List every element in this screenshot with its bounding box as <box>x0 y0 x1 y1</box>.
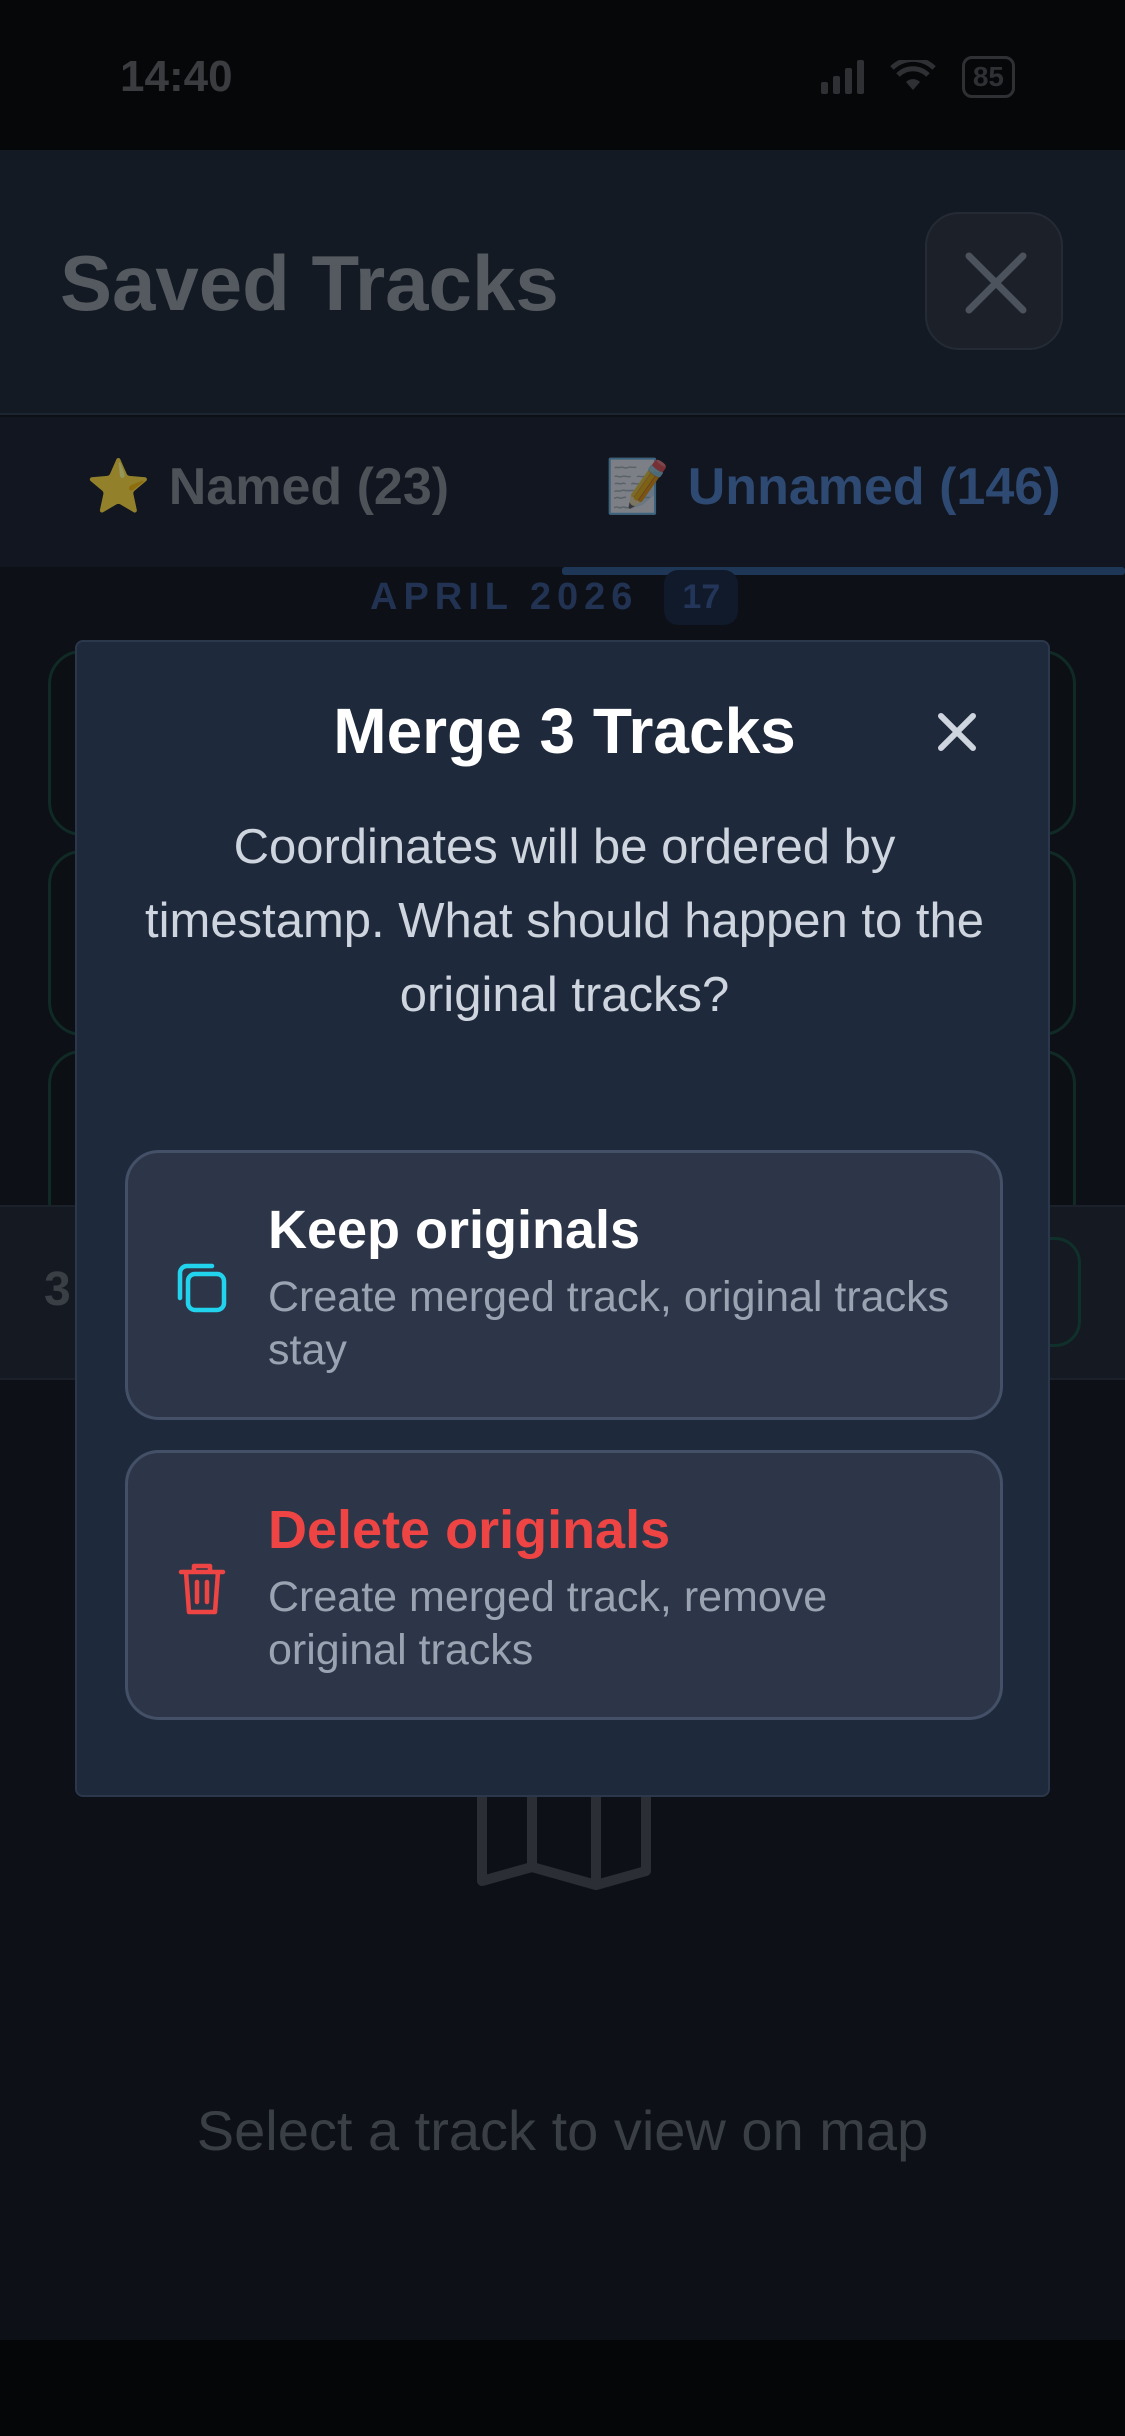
sheet-header: Saved Tracks <box>0 150 1125 415</box>
dialog-description: Coordinates will be ordered by timestamp… <box>145 820 984 1022</box>
close-icon[interactable] <box>927 702 987 762</box>
memo-icon: 📝 <box>605 458 670 516</box>
month-label: APRIL 2026 <box>370 576 639 618</box>
keep-originals-button[interactable]: Keep originals Create merged track, orig… <box>125 1150 1003 1420</box>
star-icon: ⭐ <box>86 458 151 516</box>
battery-indicator: 85 <box>961 56 1015 98</box>
home-indicator-area <box>0 2340 1125 2436</box>
map-placeholder-text: Select a track to view on map <box>196 2099 929 2162</box>
keep-originals-description: Create merged track, original tracks sta… <box>268 1273 950 1374</box>
status-icons: 85 <box>820 56 1015 98</box>
status-time: 14:40 <box>120 52 233 101</box>
tab-named-label: Named (23) <box>168 458 450 516</box>
sheet-title: Saved Tracks <box>60 239 559 327</box>
delete-originals-button[interactable]: Delete originals Create merged track, re… <box>125 1450 1003 1720</box>
close-icon <box>965 252 1027 314</box>
copy-icon <box>177 1263 227 1313</box>
dialog-title: Merge 3 Tracks <box>333 695 796 767</box>
keep-originals-title: Keep originals <box>268 1200 641 1260</box>
cellular-signal-icon <box>820 60 864 94</box>
tab-unnamed[interactable]: 📝 Unnamed (146) <box>605 457 1061 517</box>
sheet-close-button[interactable] <box>925 212 1063 350</box>
month-count-badge: 17 <box>664 570 739 625</box>
tab-named[interactable]: ⭐ Named (23) <box>86 457 449 517</box>
wifi-icon <box>890 60 936 90</box>
month-header: APRIL 2026 17 <box>370 570 739 625</box>
status-bar: 14:40 85 <box>0 0 1125 150</box>
trash-icon <box>178 1563 226 1615</box>
merge-tracks-dialog: Merge 3 Tracks Coordinates will be order… <box>75 640 1050 1797</box>
tab-unnamed-label: Unnamed (146) <box>687 458 1061 516</box>
selection-count: 3 <box>44 1263 71 1316</box>
delete-originals-description: Create merged track, remove original tra… <box>268 1573 828 1674</box>
track-tabs: ⭐ Named (23) 📝 Unnamed (146) <box>0 417 1125 567</box>
delete-originals-title: Delete originals <box>268 1500 671 1560</box>
